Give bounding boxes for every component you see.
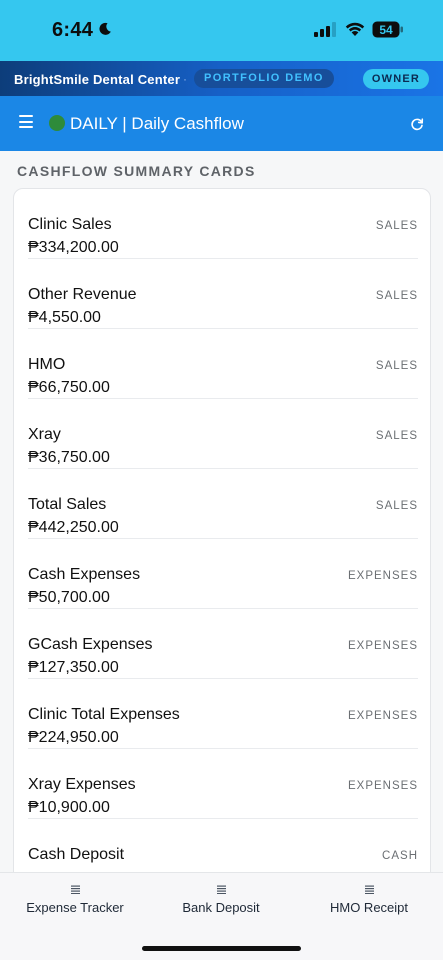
owner-role-badge[interactable]: OWNER <box>363 69 429 89</box>
cashflow-card[interactable]: Xray Expenses ₱10,900.00 EXPENSES <box>28 749 418 819</box>
card-category: SALES <box>375 360 418 372</box>
status-bar: 6:44 54 <box>0 0 443 61</box>
portfolio-demo-badge: PORTFOLIO DEMO <box>194 69 334 88</box>
card-label: Cash Deposit <box>28 846 125 863</box>
card-label: Cash Expenses <box>28 566 141 583</box>
card-category: SALES <box>375 430 418 442</box>
nav-label: HMO Receipt <box>329 900 409 915</box>
status-dot-icon <box>49 115 65 131</box>
card-category: SALES <box>375 220 418 232</box>
card-category: EXPENSES <box>348 780 418 792</box>
nav-label: Bank Deposit <box>182 900 260 915</box>
card-category: CASH <box>382 850 418 862</box>
cashflow-card[interactable]: Other Revenue ₱4,550.00 SALES <box>28 259 418 329</box>
page-title: DAILY | Daily Cashflow <box>70 114 244 133</box>
card-amount: ₱127,350.00 <box>28 659 119 676</box>
card-category: EXPENSES <box>348 710 418 722</box>
nav-expense-tracker[interactable]: Expense Tracker <box>0 885 150 915</box>
card-label: Other Revenue <box>28 286 137 303</box>
cashflow-card[interactable]: Cash Expenses ₱50,700.00 EXPENSES <box>28 539 418 609</box>
card-amount: ₱334,200.00 <box>28 239 119 256</box>
list-icon <box>364 885 374 894</box>
card-amount: ₱50,700.00 <box>28 589 110 606</box>
card-label: Total Sales <box>28 496 107 513</box>
wifi-icon <box>345 22 365 36</box>
card-amount: ₱4,550.00 <box>28 309 101 326</box>
moon-icon <box>99 22 111 35</box>
status-time: 6:44 <box>52 19 94 41</box>
card-category: SALES <box>375 290 418 302</box>
card-label: HMO <box>28 356 66 373</box>
card-label: Clinic Total Expenses <box>28 706 180 723</box>
cashflow-card[interactable]: GCash Expenses ₱127,350.00 EXPENSES <box>28 609 418 679</box>
card-amount: ₱10,900.00 <box>28 799 110 816</box>
card-category: EXPENSES <box>348 570 418 582</box>
hamburger-menu-icon[interactable] <box>19 115 34 128</box>
list-icon <box>216 885 226 894</box>
card-amount: ₱224,950.00 <box>28 729 119 746</box>
cashflow-card-list: Clinic Sales ₱334,200.00 SALES Other Rev… <box>13 188 431 888</box>
app-header: DAILY | Daily Cashflow <box>0 96 443 151</box>
nav-label: Expense Tracker <box>26 900 124 915</box>
brand-separator: · <box>183 72 187 86</box>
brand-bar: BrightSmile Dental Center · PORTFOLIO DE… <box>0 61 443 96</box>
section-title: CASHFLOW SUMMARY CARDS <box>17 163 256 179</box>
cashflow-card[interactable]: HMO ₱66,750.00 SALES <box>28 329 418 399</box>
card-label: Xray Expenses <box>28 776 136 793</box>
card-category: EXPENSES <box>348 640 418 652</box>
cellular-signal-icon <box>314 22 336 37</box>
cashflow-card[interactable]: Xray ₱36,750.00 SALES <box>28 399 418 469</box>
card-label: Clinic Sales <box>28 216 112 233</box>
card-amount: ₱36,750.00 <box>28 449 110 466</box>
list-icon <box>70 885 80 894</box>
card-category: SALES <box>375 500 418 512</box>
card-label: Xray <box>28 426 61 443</box>
battery-icon: 54 <box>372 21 403 38</box>
refresh-icon[interactable] <box>410 117 424 131</box>
cashflow-card[interactable]: Clinic Total Expenses ₱224,950.00 EXPENS… <box>28 679 418 749</box>
cashflow-card[interactable]: Total Sales ₱442,250.00 SALES <box>28 469 418 539</box>
home-indicator <box>142 946 301 951</box>
battery-level: 54 <box>379 23 393 37</box>
clinic-name: BrightSmile Dental Center <box>14 72 181 87</box>
card-label: GCash Expenses <box>28 636 153 653</box>
card-amount: ₱66,750.00 <box>28 379 110 396</box>
nav-bank-deposit[interactable]: Bank Deposit <box>146 885 296 915</box>
nav-hmo-receipt[interactable]: HMO Receipt <box>294 885 443 915</box>
card-amount: ₱442,250.00 <box>28 519 119 536</box>
cashflow-card[interactable]: Clinic Sales ₱334,200.00 SALES <box>28 189 418 259</box>
